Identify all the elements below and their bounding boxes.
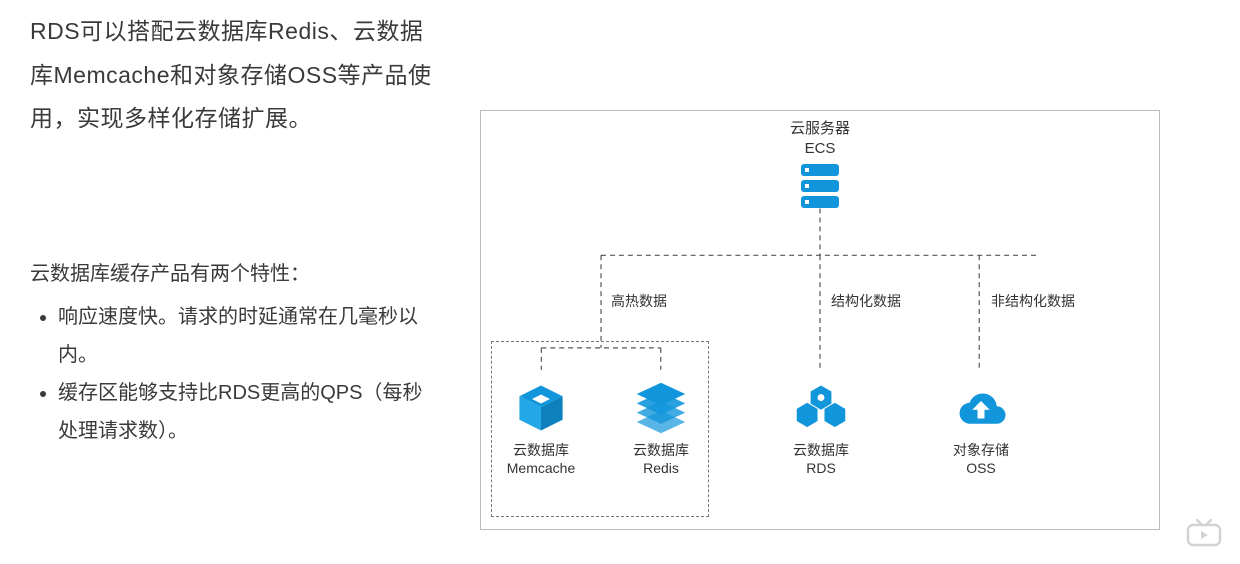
intro-paragraph: RDS可以搭配云数据库Redis、云数据库Memcache和对象存储OSS等产品… xyxy=(30,10,440,141)
list-item: 缓存区能够支持比RDS更高的QPS（每秒处理请求数）。 xyxy=(58,374,440,450)
branch-label-hot: 高热数据 xyxy=(611,291,667,311)
oss-label: 对象存储 OSS xyxy=(936,441,1026,477)
rds-node: 云数据库 RDS xyxy=(776,379,866,477)
redis-label: 云数据库 Redis xyxy=(616,441,706,477)
ecs-label: 云服务器 ECS xyxy=(790,119,850,158)
branch-label-structured: 结构化数据 xyxy=(831,291,901,311)
diagram-column: 云服务器 ECS xyxy=(460,10,1210,544)
rds-label: 云数据库 RDS xyxy=(776,441,866,477)
memcache-node: 云数据库 Memcache xyxy=(496,379,586,477)
page: RDS可以搭配云数据库Redis、云数据库Memcache和对象存储OSS等产品… xyxy=(0,0,1240,564)
stack-icon xyxy=(616,379,706,437)
memcache-label: 云数据库 Memcache xyxy=(496,441,586,477)
hex-cluster-icon xyxy=(776,379,866,437)
list-item: 响应速度快。请求的时延通常在几毫秒以内。 xyxy=(58,298,440,374)
oss-node: 对象存储 OSS xyxy=(936,379,1026,477)
architecture-diagram: 云服务器 ECS xyxy=(480,110,1160,530)
features-heading: 云数据库缓存产品有两个特性： xyxy=(30,256,440,292)
features-list: 响应速度快。请求的时延通常在几毫秒以内。 缓存区能够支持比RDS更高的QPS（每… xyxy=(30,298,440,450)
cube-icon xyxy=(496,379,586,437)
text-column: RDS可以搭配云数据库Redis、云数据库Memcache和对象存储OSS等产品… xyxy=(30,10,460,544)
redis-node: 云数据库 Redis xyxy=(616,379,706,477)
server-icon xyxy=(795,162,845,215)
branch-label-unstructured: 非结构化数据 xyxy=(991,291,1075,311)
ecs-node: 云服务器 ECS xyxy=(790,119,850,215)
tv-play-icon xyxy=(1186,519,1222,552)
cloud-upload-icon xyxy=(936,379,1026,437)
